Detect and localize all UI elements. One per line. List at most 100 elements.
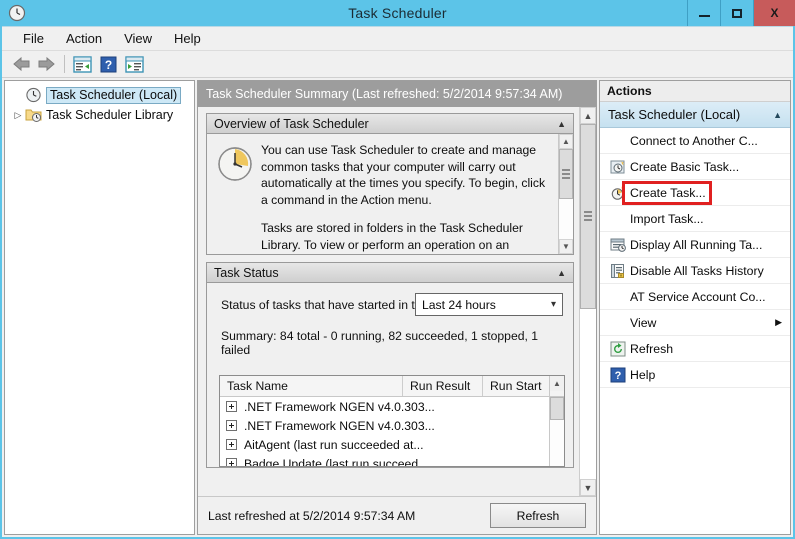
actions-pane: Actions Task Scheduler (Local) ▲ Connect… — [599, 80, 791, 535]
table-scroll-track[interactable] — [550, 397, 564, 466]
chevron-up-icon[interactable]: ▲ — [557, 119, 566, 129]
action-refresh[interactable]: Refresh — [600, 336, 790, 362]
minimize-icon — [698, 15, 710, 17]
tree-item-task-scheduler-local[interactable]: Task Scheduler (Local) — [5, 85, 194, 105]
table-row[interactable]: Badge Update (last run succeed... — [220, 454, 549, 466]
console-tree-pane: Task Scheduler (Local) ▷ Task Scheduler … — [4, 80, 195, 535]
menu-file[interactable]: File — [12, 29, 55, 49]
table-scrollbar[interactable] — [549, 397, 564, 466]
chevron-up-icon[interactable]: ▲ — [557, 268, 566, 278]
action-label: Create Basic Task... — [630, 159, 740, 174]
overview-scrollbar[interactable]: ▲ ▼ — [558, 134, 573, 254]
help-icon: ? — [606, 367, 630, 383]
action-label: Help — [630, 367, 656, 382]
task-status-summary: Summary: 84 total - 0 running, 82 succee… — [221, 329, 539, 357]
cell-task-name: AitAgent (last run succeeded at... — [244, 437, 424, 452]
expand-row-icon[interactable] — [226, 439, 237, 450]
svg-text:?: ? — [104, 58, 111, 72]
tree-item-task-scheduler-library[interactable]: ▷ Task Scheduler Library — [5, 105, 194, 125]
table-scroll-thumb[interactable] — [550, 397, 564, 421]
content-scroll-track[interactable] — [580, 124, 596, 479]
action-label: Connect to Another C... — [630, 133, 758, 148]
action-view[interactable]: View ▶ — [600, 310, 790, 336]
action-create-basic-task[interactable]: Create Basic Task... — [600, 154, 790, 180]
task-status-table: Task Name Run Result Run Start ▲ .NET Fr… — [219, 375, 565, 467]
menu-action[interactable]: Action — [55, 29, 113, 49]
toolbar: ? — [2, 51, 793, 78]
overview-paragraph-1: You can use Task Scheduler to create and… — [261, 143, 546, 207]
table-scroll-up-area[interactable]: ▲ — [549, 376, 564, 396]
scroll-grip-icon — [584, 209, 592, 223]
action-label: Import Task... — [630, 211, 704, 226]
column-header-run-start[interactable]: Run Start — [483, 376, 549, 396]
column-header-task-name[interactable]: Task Name — [220, 376, 403, 396]
expand-row-icon[interactable] — [226, 458, 237, 466]
scroll-grip-icon — [562, 167, 570, 181]
scroll-down-icon[interactable]: ▼ — [559, 239, 573, 254]
time-period-dropdown[interactable]: Last 24 hours ▾ — [415, 293, 563, 316]
create-task-icon — [606, 185, 630, 201]
scroll-up-icon[interactable]: ▲ — [580, 107, 596, 124]
back-button[interactable] — [10, 54, 34, 74]
clock-icon — [25, 87, 42, 103]
table-row[interactable]: .NET Framework NGEN v4.0.303... — [220, 397, 549, 416]
action-label: Display All Running Ta... — [630, 237, 763, 252]
tree-pane-icon[interactable] — [71, 54, 93, 74]
action-disable-all-tasks-history[interactable]: Disable All Tasks History — [600, 258, 790, 284]
question-mark-icon[interactable]: ? — [97, 54, 119, 74]
table-row[interactable]: AitAgent (last run succeeded at... — [220, 435, 549, 454]
overview-scroll-track[interactable] — [559, 149, 573, 239]
forward-button[interactable] — [34, 54, 58, 74]
chevron-up-icon[interactable]: ▲ — [773, 110, 782, 120]
actions-group-header[interactable]: Task Scheduler (Local) ▲ — [600, 102, 790, 128]
maximize-button[interactable] — [720, 0, 753, 26]
task-status-section-title: Task Status — [214, 265, 279, 280]
scroll-up-icon[interactable]: ▲ — [550, 376, 564, 391]
overview-section-title: Overview of Task Scheduler — [214, 116, 369, 131]
column-header-run-result[interactable]: Run Result — [403, 376, 483, 396]
table-body: .NET Framework NGEN v4.0.303... .NET Fra… — [220, 397, 549, 466]
chevron-down-icon[interactable]: ▾ — [551, 299, 556, 310]
display-running-tasks-icon — [606, 237, 630, 253]
actions-group-label: Task Scheduler (Local) — [608, 107, 741, 122]
content-scrollbar[interactable]: ▲ ▼ — [579, 107, 596, 496]
overview-text: You can use Task Scheduler to create and… — [257, 134, 558, 254]
create-basic-task-icon — [606, 159, 630, 175]
refresh-button[interactable]: Refresh — [490, 503, 586, 528]
minimize-button[interactable] — [687, 0, 720, 26]
action-label: AT Service Account Co... — [630, 289, 766, 304]
tree-item-label: Task Scheduler Library — [46, 107, 174, 122]
menu-help[interactable]: Help — [163, 29, 212, 49]
action-pane-icon[interactable] — [123, 54, 145, 74]
scroll-up-icon[interactable]: ▲ — [559, 134, 573, 149]
submenu-arrow-icon[interactable]: ▶ — [775, 317, 782, 328]
overview-scroll-thumb[interactable] — [559, 149, 573, 200]
menu-view[interactable]: View — [113, 29, 163, 49]
toolbar-separator — [64, 55, 65, 73]
scroll-down-icon[interactable]: ▼ — [580, 479, 596, 496]
task-status-section-header[interactable]: Task Status ▲ — [206, 262, 574, 283]
action-label: View — [630, 315, 657, 330]
cell-task-name: .NET Framework NGEN v4.0.303... — [244, 418, 435, 433]
overview-paragraph-2: Tasks are stored in folders in the Task … — [261, 221, 523, 252]
overview-section-header[interactable]: Overview of Task Scheduler ▲ — [206, 113, 574, 134]
action-display-all-running-tasks[interactable]: Display All Running Ta... — [600, 232, 790, 258]
window-controls: X — [687, 0, 795, 26]
folder-clock-icon — [25, 107, 42, 123]
action-create-task[interactable]: Create Task... — [600, 180, 790, 206]
cell-task-name: .NET Framework NGEN v4.0.303... — [244, 399, 435, 414]
svg-text:?: ? — [615, 370, 622, 382]
action-connect-to-another-computer[interactable]: Connect to Another C... — [600, 128, 790, 154]
expand-row-icon[interactable] — [226, 401, 237, 412]
action-label: Refresh — [630, 341, 674, 356]
action-label: Disable All Tasks History — [630, 263, 764, 278]
table-row[interactable]: .NET Framework NGEN v4.0.303... — [220, 416, 549, 435]
action-help[interactable]: ? Help — [600, 362, 790, 388]
action-at-service-account-configuration[interactable]: AT Service Account Co... — [600, 284, 790, 310]
content-scroll-thumb[interactable] — [580, 124, 596, 309]
close-button[interactable]: X — [753, 0, 795, 26]
clock-icon — [8, 4, 26, 22]
expand-row-icon[interactable] — [226, 420, 237, 431]
action-import-task[interactable]: Import Task... — [600, 206, 790, 232]
expand-arrow-icon[interactable]: ▷ — [11, 110, 25, 121]
